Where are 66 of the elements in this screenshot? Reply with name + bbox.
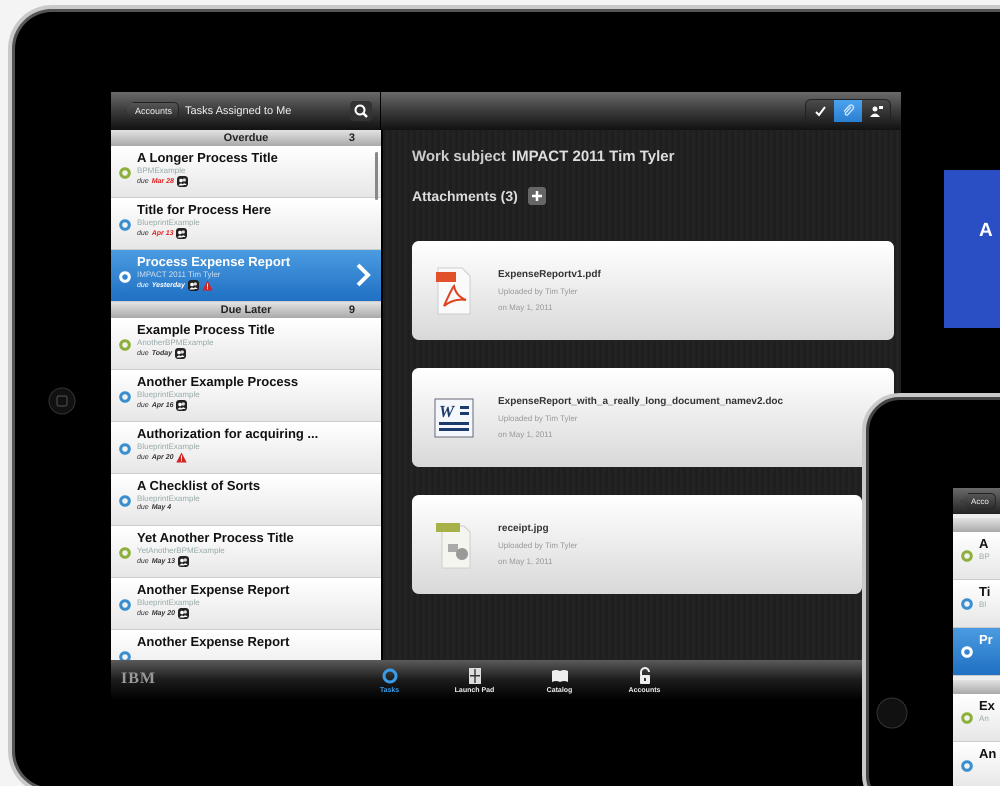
back-button[interactable]: Accounts [125,102,180,120]
task-project: BlueprintExample [137,218,201,227]
task-title: A [979,536,990,551]
task-title: Another Example Process [137,374,298,389]
task-project: YetAnotherBPMExample [137,546,226,555]
task-project: BlueprintExample [137,442,201,451]
task-title: Ex [979,698,995,713]
task-title: Example Process Title [137,322,275,337]
attachments-heading: Attachments (3) [412,188,518,204]
task-project: IMPACT 2011 Tim Tyler [137,270,222,279]
task-project: BlueprintExample [137,390,201,399]
task-row[interactable]: Ti Bl [953,580,1000,628]
home-button[interactable] [48,387,76,415]
ring-icon [380,667,398,685]
uploader: Uploaded by Tim Tyler [498,287,578,296]
task-row[interactable]: A BP [953,532,1000,580]
field-value: IMPACT 2011 Tim Tyler [512,148,674,165]
banner: A [944,170,1000,328]
task-project: BlueprintExample [137,494,201,503]
task-title: Yet Another Process Title [137,530,294,545]
task-title: A Longer Process Title [137,150,278,165]
file-name: ExpenseReport_with_a_really_long_document_namev2.doc [498,396,784,407]
task-row[interactable]: An [953,742,1000,786]
section-title: Due Later [220,304,272,316]
task-project: An [979,714,990,723]
field-label: Work subject [412,148,506,165]
upload-date: on May 1, 2011 [498,303,554,312]
task-row[interactable]: Ex An [953,694,1000,742]
task-title: An [979,746,996,761]
add-button[interactable] [528,187,546,205]
search-icon[interactable] [350,101,372,121]
attachment-card[interactable]: ExpenseReportv1.pdf Uploaded by Tim Tyler on May 1, 2011 [412,241,894,340]
plus-icon [530,190,543,202]
logo: IBM [120,669,157,689]
section-count: 3 [348,132,355,144]
back-button[interactable]: Acco [961,492,996,510]
section-title: Overdue [224,132,268,144]
task-title: Title for Process Here [137,202,272,217]
chevron-icon [355,263,371,287]
letter-mark: W [439,402,454,420]
task-title: Ti [979,584,990,599]
paperclip-icon[interactable] [834,100,862,122]
task-project: AnotherBPMExample [137,338,214,347]
task-project: BPMExample [137,166,186,175]
attachment-card[interactable]: receipt.jpg Uploaded by Tim Tyler on May 1, 2011 [412,495,862,594]
upload-date: on May 1, 2011 [498,430,554,439]
task-title: Another Expense Report [137,634,290,649]
task-title: Pr [979,632,993,647]
task-title: Authorization for acquiring ... [137,426,318,441]
attachment-card[interactable]: W ExpenseReport_with_a_really_long_document_namev2.doc Uploaded by Tim Tyler on May 1, 2011 [412,368,894,467]
task-project: Bl [979,600,988,609]
book-icon [550,667,568,685]
task-title: A Checklist of Sorts [137,478,260,493]
upload-date: on May 1, 2011 [498,557,554,566]
scroll-bar [375,152,378,200]
uploader: Uploaded by Tim Tyler [498,541,578,550]
file-name: receipt.jpg [498,523,550,534]
task-title: Process Expense Report [137,254,290,269]
file-name: ExpenseReportv1.pdf [498,269,601,280]
task-project: BP [979,552,990,561]
uploader: Uploaded by Tim Tyler [498,414,578,423]
task-row[interactable]: Another Expense Report [111,630,381,660]
task-title: Another Expense Report [137,582,290,597]
section-count: 9 [348,304,355,316]
task-project: BlueprintExample [137,598,201,607]
nav-title: Tasks Assigned to Me [185,105,292,117]
